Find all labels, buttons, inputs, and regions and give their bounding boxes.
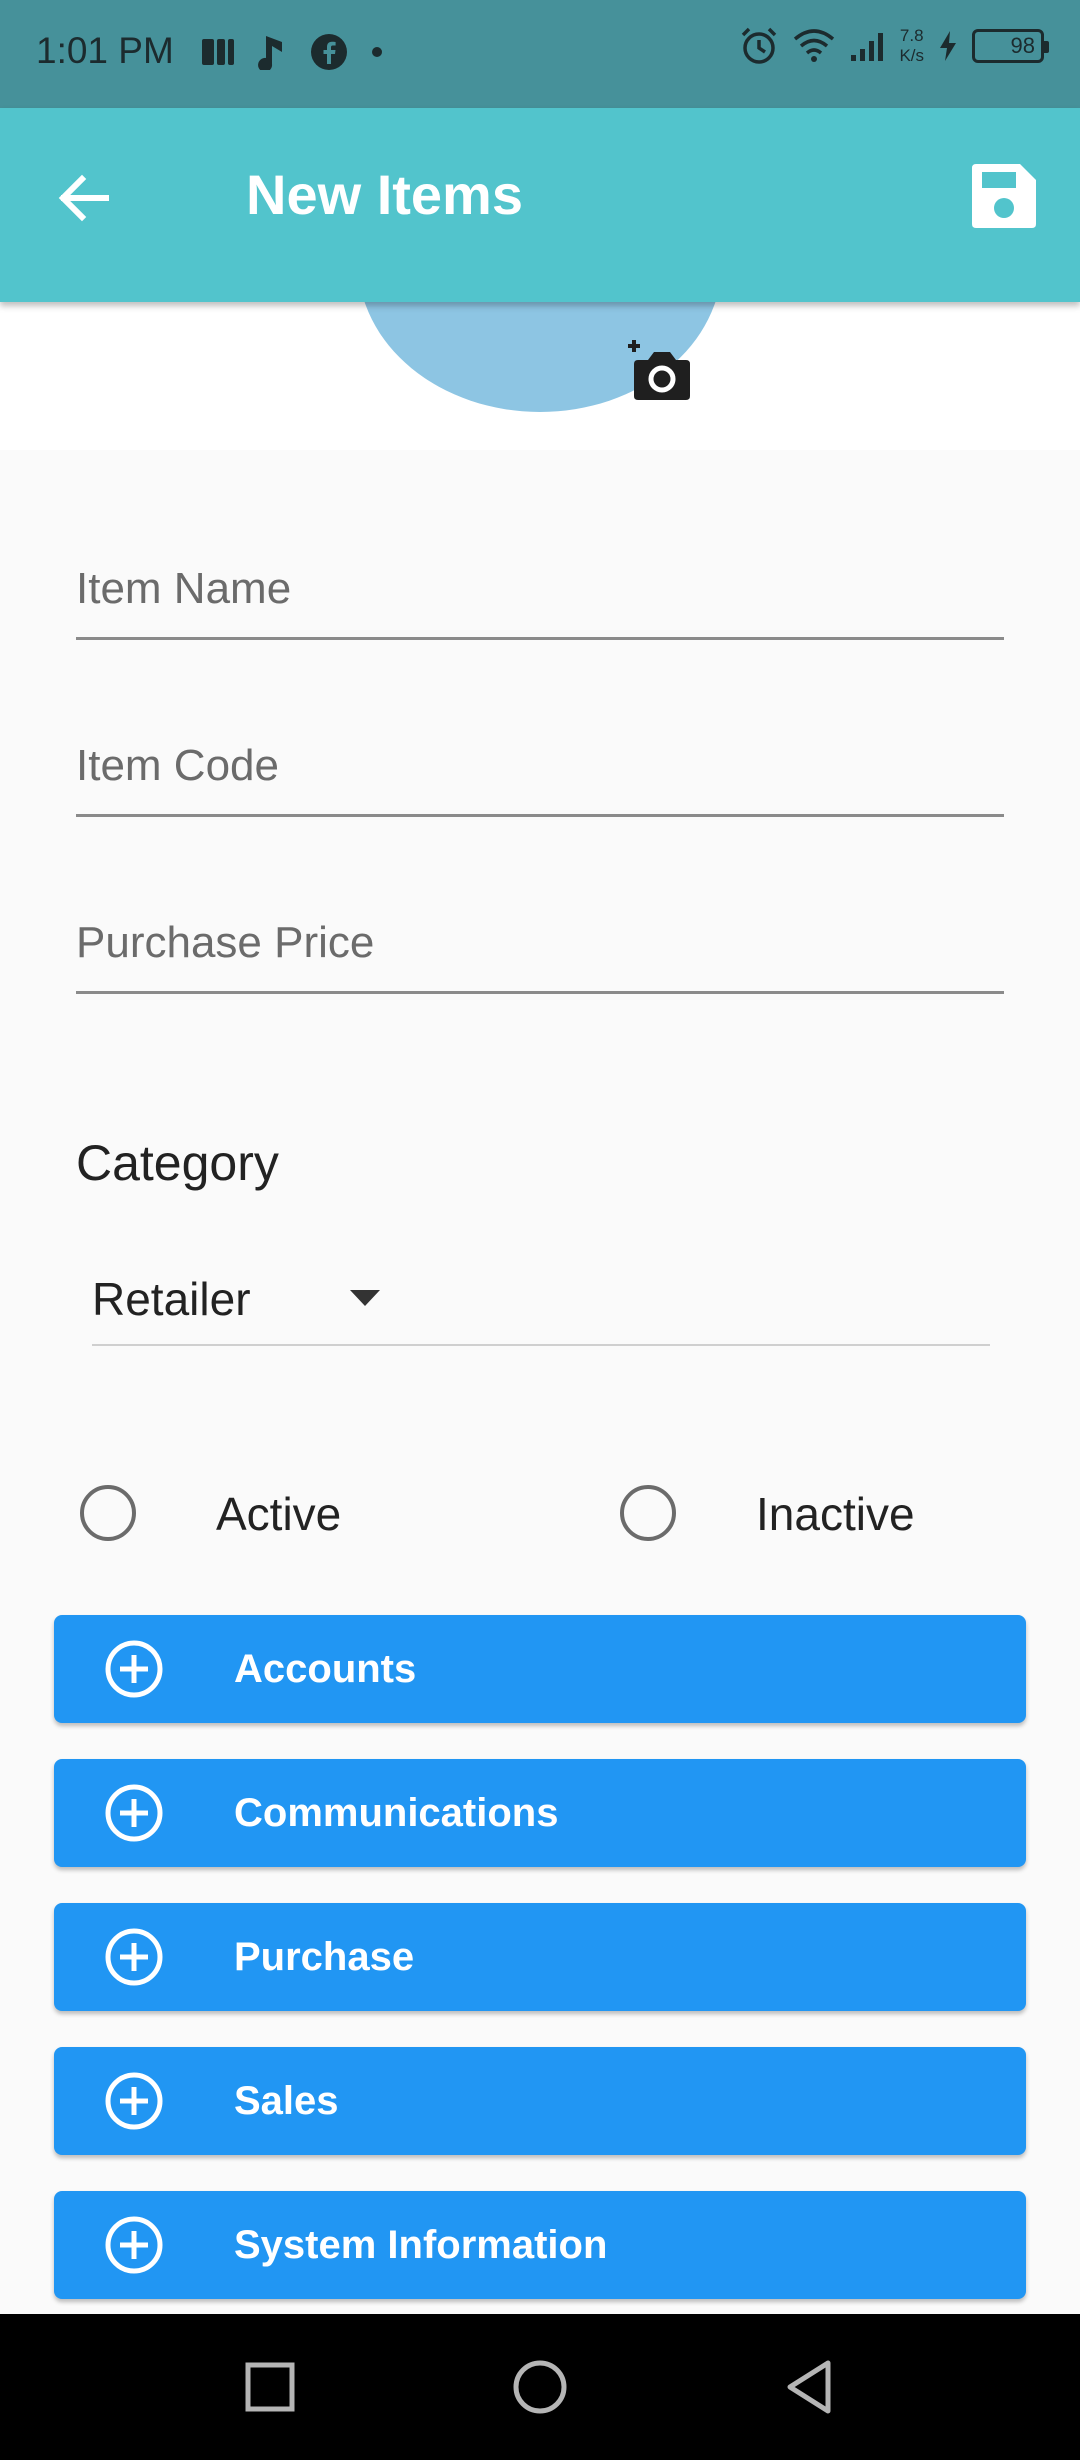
category-label: Category (76, 1135, 279, 1191)
section-label: Sales (234, 2079, 339, 2123)
add-photo-camera-icon (628, 340, 690, 400)
item-name-field[interactable] (76, 540, 1004, 640)
add-photo-button[interactable] (624, 336, 696, 408)
wifi-icon (794, 29, 835, 62)
triangle-back-icon (787, 2360, 831, 2414)
category-dropdown[interactable]: Retailer (92, 1264, 990, 1346)
save-icon (972, 164, 1036, 228)
system-information-section-button[interactable]: System Information (54, 2191, 1026, 2299)
sales-section-button[interactable]: Sales (54, 2047, 1026, 2155)
inactive-radio[interactable] (620, 1485, 676, 1541)
status-bar: 1:01 PM 7.8 K/s 98 (0, 0, 1080, 108)
section-label: System Information (234, 2223, 608, 2267)
status-time: 1:01 PM (36, 30, 174, 71)
recents-button[interactable] (240, 2357, 300, 2417)
purchase-section-button[interactable]: Purchase (54, 1903, 1026, 2011)
item-code-input[interactable] (76, 717, 1004, 814)
network-speed: 7.8 K/s (899, 26, 924, 66)
facebook-icon (311, 34, 347, 70)
charging-icon (940, 31, 956, 61)
app-bar: New Items (0, 108, 1080, 302)
net-speed-value: 7.8 (899, 26, 924, 45)
dot-icon (372, 47, 382, 57)
inactive-radio-label[interactable]: Inactive (756, 1487, 915, 1541)
home-button[interactable] (510, 2357, 570, 2417)
add-circle-icon (105, 1640, 163, 1698)
purchase-price-field[interactable] (76, 894, 1004, 994)
status-right: 7.8 K/s 98 (739, 26, 1049, 66)
notification-icons (200, 33, 384, 71)
battery-indicator: 98 (972, 29, 1049, 63)
purchase-price-input[interactable] (76, 894, 1004, 991)
nav-back-button[interactable] (780, 2357, 840, 2417)
add-circle-icon (105, 2072, 163, 2130)
photo-area (0, 302, 1080, 450)
add-circle-icon (105, 2216, 163, 2274)
add-circle-icon (105, 1784, 163, 1842)
music-notification-icon (258, 36, 282, 70)
arrow-back-icon (58, 174, 109, 222)
back-button[interactable] (52, 166, 116, 230)
system-navigation-bar (0, 2314, 1080, 2460)
item-name-input[interactable] (76, 540, 1004, 637)
circle-icon (513, 2360, 567, 2414)
alarm-icon (742, 27, 777, 64)
square-icon (245, 2362, 295, 2412)
save-button[interactable] (968, 160, 1040, 232)
add-circle-icon (105, 1928, 163, 1986)
item-code-field[interactable] (76, 717, 1004, 817)
net-speed-unit: K/s (899, 46, 924, 65)
signal-icon (851, 33, 884, 61)
app-notification-icon (202, 39, 234, 65)
category-selected-value: Retailer (92, 1273, 251, 1325)
active-radio[interactable] (80, 1485, 136, 1541)
communications-section-button[interactable]: Communications (54, 1759, 1026, 1867)
page-title: New Items (246, 163, 523, 226)
accounts-section-button[interactable]: Accounts (54, 1615, 1026, 1723)
section-label: Accounts (234, 1647, 417, 1691)
active-radio-label[interactable]: Active (216, 1487, 341, 1541)
dropdown-arrow-icon (350, 1290, 380, 1306)
section-label: Communications (234, 1791, 559, 1835)
section-label: Purchase (234, 1935, 415, 1979)
